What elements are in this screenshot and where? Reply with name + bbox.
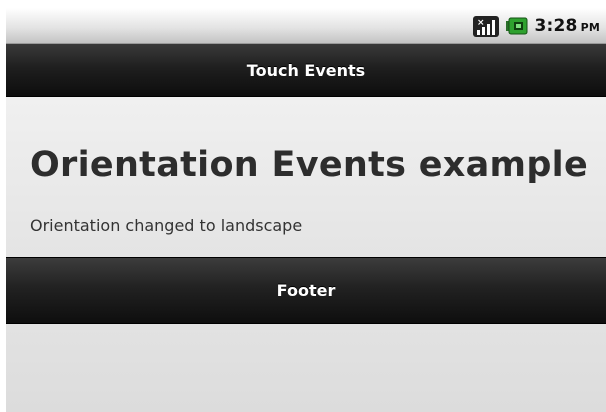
page-background — [6, 324, 606, 412]
status-bar: × 3:28 PM — [6, 8, 606, 44]
svg-text:×: × — [477, 18, 485, 28]
header-toolbar: Touch Events — [6, 44, 606, 97]
footer-title: Footer — [276, 281, 336, 300]
device-screen: × 3:28 PM Touch Events Orientation Event… — [6, 8, 606, 412]
status-clock: 3:28 PM — [534, 16, 600, 36]
page-title: Orientation Events example — [30, 145, 589, 185]
status-icons: × 3:28 PM — [472, 13, 600, 39]
header-title: Touch Events — [246, 60, 366, 80]
footer-toolbar: Footer — [6, 257, 606, 324]
orientation-message: Orientation changed to landscape — [30, 216, 303, 235]
page-content: Orientation Events example Orientation c… — [6, 97, 606, 257]
clock-time: 3:28 — [534, 16, 578, 36]
clock-ampm: PM — [580, 21, 600, 34]
signal-no-sim-icon: × — [472, 14, 500, 38]
battery-charging-icon — [506, 17, 528, 35]
